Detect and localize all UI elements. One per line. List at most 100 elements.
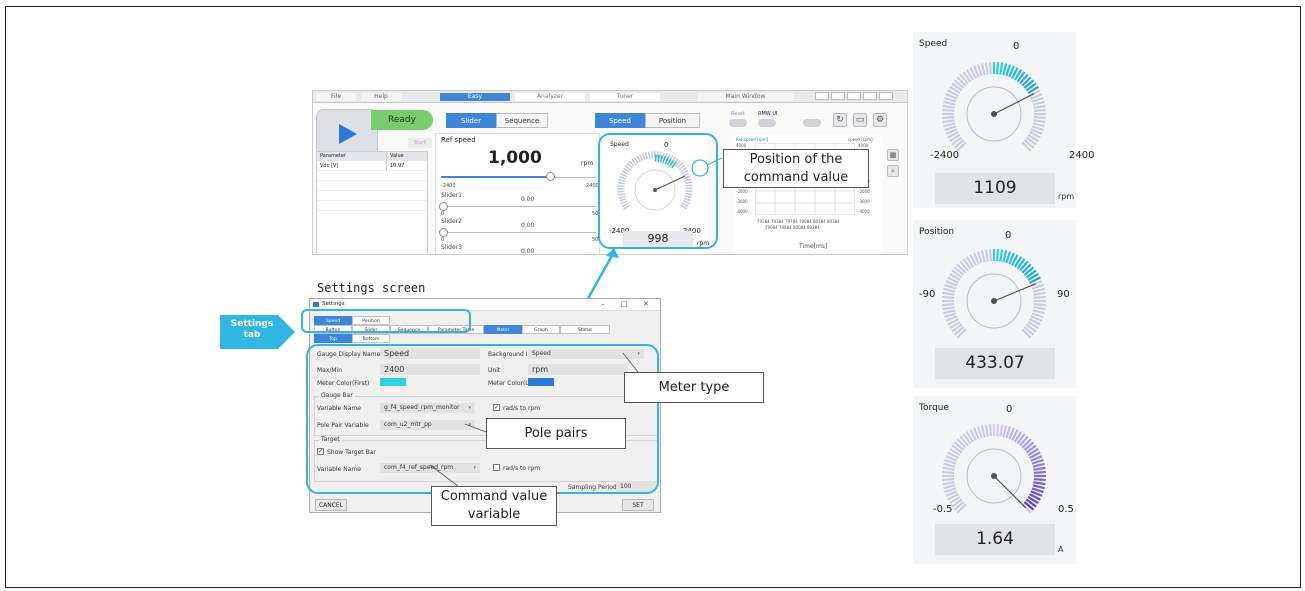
gauge-tick	[942, 291, 955, 296]
tab-speed[interactable]: Speed	[595, 113, 645, 128]
graph-y2-tick: -2000	[858, 189, 870, 194]
gauge-tick	[1002, 425, 1008, 438]
mode-tab-analyzer[interactable]: Analyzer	[515, 93, 585, 101]
speed-gauge-panel: Speed 0 -2400 2400 1109 rpm	[913, 32, 1094, 208]
gauge-tick	[999, 424, 1004, 437]
position-gauge-panel: Position 0 -90 90 433.07	[913, 220, 1076, 388]
tab-sequence[interactable]: Sequence	[496, 113, 548, 128]
slider1-value: 0.00	[521, 196, 535, 203]
play-button[interactable]	[316, 109, 378, 157]
slider2-min: 0	[441, 237, 445, 243]
tab-status[interactable]: Status	[560, 325, 610, 334]
param-value: 10.97	[390, 163, 405, 169]
graph-y2-tick: 4000	[858, 143, 869, 148]
aux-toggle[interactable]	[803, 119, 821, 127]
callout-command-position: Position of the command value	[723, 149, 869, 188]
gauge-tick	[942, 119, 955, 124]
ref-speed-slider-fill	[441, 176, 551, 178]
table-row[interactable]: Vdc [V] 10.97	[317, 161, 427, 171]
gauge-tick	[1032, 100, 1045, 106]
layout-icon[interactable]	[847, 92, 861, 100]
tab-top[interactable]: Top	[314, 334, 352, 343]
layout-icon[interactable]	[815, 92, 829, 100]
tab-bottom[interactable]: Bottom	[352, 334, 390, 343]
book-icon[interactable]: ▭	[853, 113, 867, 127]
slider2-label: Slider2	[441, 218, 462, 225]
gauge-tick	[1033, 291, 1046, 296]
maximize-icon[interactable]: □	[621, 300, 628, 308]
gauge-tick	[1032, 309, 1045, 315]
gauge-tick	[1033, 303, 1046, 307]
settings-screen-label: Settings screen	[317, 281, 426, 295]
gauge-tick	[980, 63, 986, 76]
gauge-tick	[1033, 306, 1046, 311]
mode-tab-tuner[interactable]: Tuner	[590, 93, 660, 101]
refresh-icon[interactable]: ↻	[833, 113, 847, 127]
gauge-tick	[1033, 104, 1046, 109]
gauge-value: 1109	[935, 173, 1055, 204]
layout-icon[interactable]	[831, 92, 845, 100]
gauge-max: 90	[1057, 289, 1070, 300]
gauge-tick	[1033, 295, 1046, 299]
tab-meter[interactable]: Meter	[484, 325, 522, 334]
settings-tab-label: Settings tab	[230, 319, 274, 340]
table-row	[317, 201, 427, 211]
table-row	[317, 181, 427, 191]
table-row	[317, 191, 427, 201]
gauge-needle	[993, 283, 1036, 302]
layout-icon[interactable]	[879, 92, 893, 100]
gauge-tick	[943, 287, 956, 293]
graph-y2-tick: -3000	[858, 199, 870, 204]
rmw-ui-toggle[interactable]	[758, 119, 776, 127]
gauge-tick	[942, 478, 955, 482]
gauge-hub	[991, 473, 997, 479]
gauge-tick	[1033, 119, 1046, 124]
gauge-value: 433.07	[935, 348, 1055, 379]
slider1-handle[interactable]	[439, 202, 448, 211]
reset-toggle[interactable]	[729, 119, 747, 127]
gauge-tick	[988, 62, 992, 75]
graph-x-ticks: 79684 79884 80084 80284	[765, 225, 820, 230]
set-button[interactable]: SET	[622, 499, 654, 511]
minimize-icon[interactable]: –	[601, 300, 605, 308]
gear-icon[interactable]: ⚙	[873, 113, 887, 127]
grid-icon[interactable]: ▦	[887, 149, 899, 161]
mode-tab-easy[interactable]: Easy	[440, 93, 510, 101]
gauge-tick	[1033, 466, 1046, 471]
zoom-icon[interactable]: ⌕	[887, 165, 899, 177]
gauge-tick	[996, 424, 1000, 437]
gauge-tick	[1032, 462, 1045, 468]
tab-slider[interactable]: Slider	[446, 113, 496, 128]
layout-buttons[interactable]	[815, 92, 897, 101]
gauge-tick	[942, 303, 955, 307]
gauge-tick	[942, 470, 955, 474]
gauge-tick	[942, 116, 955, 120]
gauge-tick	[1033, 478, 1046, 482]
start-button[interactable]: Start	[408, 138, 432, 148]
reset-label: Reset	[731, 111, 745, 117]
slider2-handle[interactable]	[439, 228, 448, 237]
tab-position[interactable]: Position	[645, 113, 700, 128]
gauge-tick	[943, 462, 956, 468]
gauge-tick	[942, 108, 955, 112]
ref-speed-min: -2400	[441, 183, 456, 189]
tab-graph[interactable]: Graph	[522, 325, 560, 334]
position-gauge-dial	[942, 249, 1046, 339]
main-window-selector[interactable]: Main Window	[698, 93, 793, 101]
cancel-button[interactable]: CANCEL	[315, 499, 347, 511]
help-menu[interactable]: Help	[361, 93, 401, 101]
slider1-label: Slider1	[441, 192, 462, 199]
gauge-title: Position	[919, 227, 955, 237]
highlight-settings-tabs	[301, 309, 471, 333]
gauge-tick	[984, 424, 989, 437]
ref-speed-slider-handle[interactable]	[546, 172, 555, 181]
gauge-min: -90	[919, 289, 936, 300]
gauge-tick	[942, 104, 955, 109]
close-icon[interactable]: ✕	[643, 300, 649, 308]
layout-icon[interactable]	[863, 92, 877, 100]
file-menu[interactable]: File	[316, 93, 356, 101]
gauge-unit: rpm	[1058, 192, 1075, 201]
gauge-tick	[1032, 122, 1045, 128]
col-parameter: Parameter	[317, 152, 387, 161]
gauge-tick	[942, 295, 955, 299]
